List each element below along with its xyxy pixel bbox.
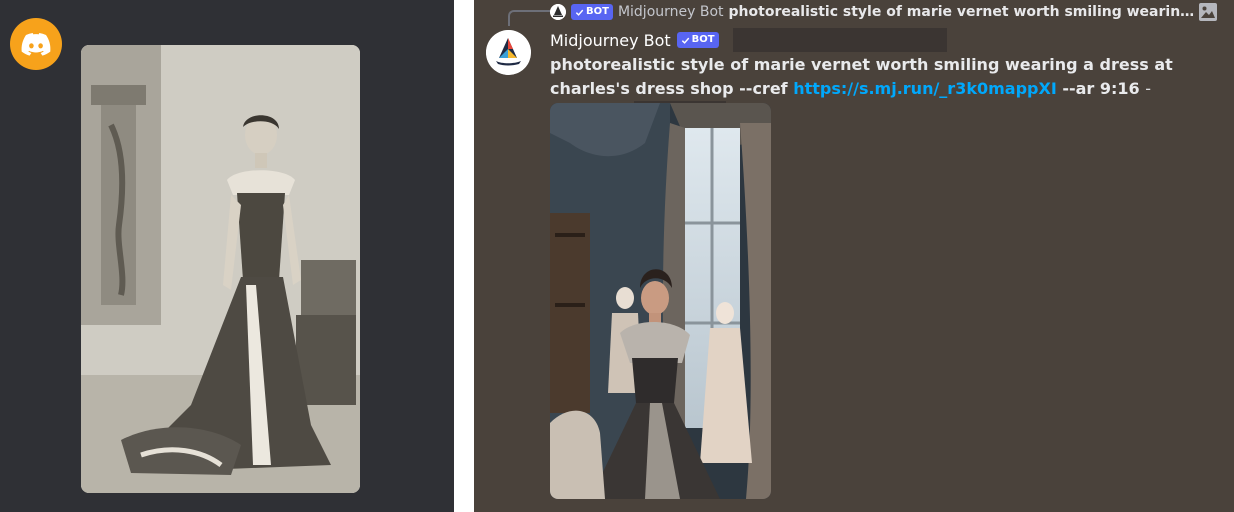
reply-bot-tag: BOT [571,4,613,20]
discord-message-panel: BOT Midjourney Bot photorealistic style … [474,0,1234,512]
image-icon[interactable] [1198,2,1218,26]
prompt-params: --ar 9:16 [1062,79,1140,98]
username[interactable]: Midjourney Bot [550,31,671,50]
checkmark-icon [575,9,584,16]
reference-photo[interactable] [81,45,360,493]
reply-bot-tag-label: BOT [586,6,609,17]
reply-connector [508,10,550,26]
generated-image[interactable] [550,103,771,499]
reply-avatar[interactable] [550,4,566,20]
bot-tag: BOT [676,32,719,48]
panel-divider [454,0,474,512]
redacted-timestamp [732,28,947,52]
discord-icon[interactable] [10,18,62,70]
reply-reference[interactable]: BOT Midjourney Bot photorealistic style … [550,2,1234,22]
checkmark-icon [681,37,689,44]
reply-preview-text[interactable]: photorealistic style of marie vernet wor… [729,4,1199,20]
reply-username[interactable]: Midjourney Bot [618,4,724,20]
reference-panel [0,0,454,512]
message-header: Midjourney Bot BOT [550,28,947,52]
bot-tag-label: BOT [691,34,715,45]
bot-avatar[interactable] [486,30,531,75]
reference-link[interactable]: https://s.mj.run/_r3k0mappXI [793,79,1057,98]
